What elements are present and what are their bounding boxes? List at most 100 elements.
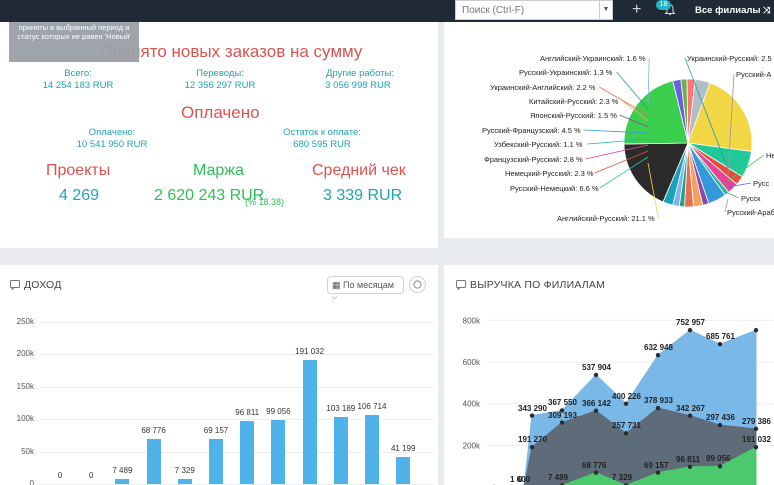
- pie-label: Русский-А: [736, 70, 772, 79]
- search-placeholder: Поиск (Ctrl-F): [462, 5, 525, 16]
- y-tick-label: 800k: [463, 316, 481, 325]
- paid-label: Оплачено:: [88, 127, 136, 138]
- due-label: Остаток к оплате:: [283, 127, 361, 138]
- add-icon[interactable]: +: [632, 1, 641, 19]
- area-data-label: 7 489: [548, 473, 569, 483]
- area-point: [717, 342, 723, 347]
- total-label: Всего:: [64, 68, 92, 79]
- area-data-label: 69 157: [644, 460, 669, 470]
- tooltip: приняты в выбранный период и статус кото…: [9, 22, 139, 62]
- pie-connector: [616, 71, 649, 110]
- search-dropdown-icon[interactable]: ▼: [599, 1, 612, 19]
- area-data-label: 96 811: [676, 454, 701, 464]
- branches-selector[interactable]: Все филиалы ⤨: [695, 5, 770, 16]
- grid-line: [40, 354, 434, 356]
- pie-label: Китайский-Русский: 2.3 %: [529, 97, 619, 106]
- area-point: [623, 431, 629, 436]
- area-data-label: 0: [518, 475, 523, 484]
- pie-label: Русский-Немецкий: 6.6 %: [510, 184, 599, 193]
- search-input[interactable]: Поиск (Ctrl-F) ▼: [455, 0, 613, 20]
- branch-area-chart: 800k 600k 400k 200k: [463, 316, 774, 485]
- area-data-label: 632 948: [644, 343, 673, 353]
- paid-title: Оплачено: [181, 103, 260, 122]
- y-tick-label: 200k: [463, 441, 481, 450]
- pie-label: Узбекский-Русский: 1.1 %: [494, 140, 583, 149]
- area-data-label: 537 904: [582, 362, 611, 372]
- area-data-label: 297 436: [706, 413, 735, 423]
- area-point: [559, 420, 565, 425]
- shuffle-icon: ⤨: [763, 5, 771, 15]
- area-data-label: 309 193: [548, 410, 577, 420]
- area-point: [687, 328, 693, 333]
- area-point: [593, 408, 599, 413]
- area-point: [529, 413, 535, 418]
- area-point: [529, 444, 535, 450]
- pie-label: Украинский-Русский: 2.5 %: [687, 54, 774, 63]
- area-point: [593, 470, 599, 475]
- pie-label: Французский-Русский: 2.8 %: [484, 155, 583, 164]
- income-bar: [240, 421, 255, 484]
- income-bar: [115, 479, 130, 484]
- area-data-label: 400 226: [612, 391, 641, 401]
- income-bar: [302, 360, 317, 484]
- avg-check-label: Средний чек: [312, 162, 406, 179]
- income-bar-label: 106 714: [357, 401, 387, 411]
- area-data-label: 257 731: [612, 421, 641, 431]
- income-bar-label: 7 329: [174, 466, 195, 476]
- y-tick-label: 50k: [21, 446, 34, 456]
- area-point: [753, 426, 759, 432]
- area-data-label: 279 386: [742, 416, 771, 426]
- pie-label: Не: [766, 151, 774, 160]
- margin-percent: (18.38 %): [244, 197, 284, 207]
- area-point: [717, 422, 723, 428]
- area-data-label: 343 290: [518, 403, 547, 413]
- paid-value: 10 541 950 RUR: [76, 139, 148, 150]
- branches-label: Все филиалы: [695, 5, 761, 16]
- calendar-icon: ▦: [332, 280, 341, 290]
- pie-label: Русск: [741, 194, 761, 203]
- chevron-down-icon: ⌵: [332, 294, 338, 301]
- y-tick-label: 400k: [463, 400, 481, 409]
- avg-check-value: 3 339 RUR: [323, 187, 403, 204]
- due-value: 680 595 RUR: [293, 139, 351, 150]
- area-point: [687, 413, 693, 418]
- income-title: ДОХОД: [10, 279, 62, 291]
- area-point: [717, 464, 723, 469]
- pie-label: Немецкий-Русский: 2.3 %: [505, 169, 594, 178]
- income-bar: [365, 414, 379, 484]
- orders-title: Принято новых заказов на сумму: [100, 42, 363, 61]
- pie-label: Русский-Французский: 4.5 %: [482, 126, 581, 135]
- area-point: [593, 372, 599, 378]
- income-title-text: ДОХОД: [24, 279, 62, 291]
- y-tick-label: 150k: [16, 381, 34, 391]
- area-point: [753, 328, 759, 333]
- income-bar-label: 68 776: [141, 426, 166, 436]
- notification-badge: 18: [656, 0, 671, 10]
- refresh-button[interactable]: [409, 276, 426, 293]
- income-bar-label: 41 199: [390, 444, 416, 454]
- period-select-value: По месяцам: [343, 280, 394, 290]
- area-point: [623, 401, 629, 406]
- y-tick-label: 200k: [16, 349, 34, 359]
- translations-value: 12 356 297 RUR: [184, 80, 256, 91]
- income-bar: [177, 479, 192, 484]
- area-data-label: 367 550: [548, 398, 577, 408]
- chat-icon: [10, 280, 20, 291]
- refresh-icon: [413, 280, 422, 289]
- pie-panel: Английский-Украинский: 1.6 % Русский-Укра…: [444, 22, 774, 238]
- y-tick-label: 100k: [16, 414, 34, 424]
- period-select[interactable]: ▦ По месяцам ⌵: [327, 276, 404, 301]
- pie-label: Русский-Украинский: 1.3 %: [519, 68, 613, 77]
- pie-label: Английский-Украинский: 1.6 %: [540, 54, 646, 63]
- branch-panel: ВЫРУЧКА ПО ФИЛИАЛАМ 800k 600k 400k 200k 343…: [444, 265, 774, 485]
- income-bar: [396, 457, 411, 484]
- grid-line: [40, 322, 434, 323]
- area-point: [753, 445, 759, 450]
- pie-label: Украинский-Английский: 2.2 %: [490, 83, 596, 92]
- pie-label: Японский-Русский: 1.5 %: [530, 111, 617, 120]
- area-point: [655, 470, 661, 475]
- area-point: [687, 464, 693, 470]
- total-value: 14 254 183 RUR: [42, 80, 114, 91]
- area-data-label: 7 329: [612, 473, 633, 483]
- area-point: [655, 405, 661, 411]
